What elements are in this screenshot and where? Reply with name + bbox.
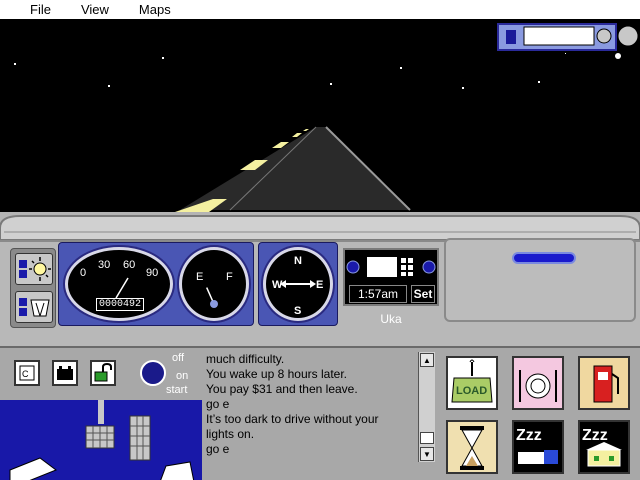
speed-tick-30: 30 bbox=[98, 259, 110, 271]
speedometer: 0 30 60 90 0000492 bbox=[65, 247, 173, 321]
wipers-button[interactable] bbox=[15, 291, 53, 323]
scroll-thumb[interactable] bbox=[420, 432, 434, 444]
fuel-gauge: E F bbox=[179, 247, 249, 321]
message-log: much difficulty. You wake up 8 hours lat… bbox=[202, 352, 418, 462]
load-label: LOAD bbox=[456, 385, 487, 397]
road bbox=[180, 127, 410, 210]
battery-button[interactable] bbox=[52, 360, 78, 386]
compass: N S W E bbox=[263, 247, 333, 321]
menu-bar: File View Maps bbox=[0, 0, 640, 20]
log-line: You pay $31 and then leave. bbox=[206, 382, 358, 396]
set-clock-button[interactable]: Set bbox=[411, 285, 435, 303]
radio-left-knob bbox=[346, 260, 360, 274]
compass-w: W bbox=[272, 279, 283, 291]
compass-s: S bbox=[294, 305, 301, 317]
sleep-motel-label: Zzz bbox=[582, 427, 608, 444]
menu-file[interactable]: File bbox=[0, 0, 65, 20]
radio-clock: 1:57am Set bbox=[343, 248, 439, 306]
sleep-truck-label: Zzz bbox=[516, 427, 542, 444]
menu-maps[interactable]: Maps bbox=[123, 0, 185, 20]
log-line: It’s too dark to drive without your bbox=[206, 412, 379, 426]
light-controls bbox=[10, 248, 56, 328]
gas-pump-icon bbox=[593, 365, 619, 403]
load-button[interactable]: LOAD bbox=[446, 356, 498, 410]
location-label: Uka bbox=[380, 312, 402, 326]
hourglass-icon bbox=[460, 426, 484, 470]
gauge-cluster: 0 30 60 90 0000492 E F bbox=[58, 242, 254, 326]
radio-right-knob bbox=[422, 260, 436, 274]
log-line: go e bbox=[206, 442, 230, 456]
load-cargo-icon: LOAD bbox=[451, 359, 493, 403]
lock-button[interactable] bbox=[90, 360, 116, 386]
speed-needle bbox=[115, 277, 129, 299]
sleep-in-truck-button[interactable]: Zzz bbox=[512, 420, 564, 474]
refuel-button[interactable] bbox=[578, 356, 630, 410]
right-shoe bbox=[160, 461, 195, 480]
clock-display: 1:57am bbox=[349, 285, 407, 303]
dashboard: 0 30 60 90 0000492 E F N S W E 1:57am Se… bbox=[0, 212, 640, 346]
menu-view[interactable]: View bbox=[65, 0, 123, 20]
wipers-icon bbox=[19, 298, 50, 317]
glovebox[interactable] bbox=[444, 238, 636, 322]
compass-panel: N S W E bbox=[258, 242, 338, 326]
sleep-in-motel-button[interactable]: Zzz bbox=[578, 420, 630, 474]
car-controls: C off on start bbox=[0, 348, 202, 400]
ignition-switch[interactable] bbox=[140, 360, 166, 386]
gas-pedal[interactable] bbox=[129, 415, 151, 461]
ignition-off-label: off bbox=[172, 352, 185, 364]
wait-button[interactable] bbox=[446, 420, 498, 474]
left-shoe bbox=[9, 457, 58, 480]
ignition-start-label: start bbox=[166, 384, 188, 396]
headlights-button[interactable] bbox=[15, 253, 53, 285]
log-line: go e bbox=[206, 397, 230, 411]
speed-tick-90: 90 bbox=[146, 267, 158, 279]
fuel-full-label: F bbox=[226, 271, 233, 283]
car-battery-icon bbox=[57, 366, 73, 380]
speed-tick-0: 0 bbox=[80, 267, 86, 279]
scroll-down-icon[interactable]: ▼ bbox=[420, 447, 434, 461]
ignition-on-label: on bbox=[176, 370, 189, 382]
glovebox-handle[interactable] bbox=[512, 252, 576, 264]
sleep-truck-icon: Zzz bbox=[516, 427, 558, 464]
svg-text:C: C bbox=[22, 369, 29, 379]
game-window: File View Maps 0 30 60 90 0000492 E F N … bbox=[0, 0, 640, 480]
fuel-empty-label: E bbox=[196, 271, 203, 283]
pedal-area bbox=[0, 400, 202, 480]
log-scrollbar[interactable]: ▲ ▼ bbox=[418, 352, 435, 462]
compass-n: N bbox=[294, 255, 302, 267]
compass-e: E bbox=[316, 279, 323, 291]
log-line: much difficulty. bbox=[206, 352, 285, 366]
headlights-icon bbox=[19, 257, 51, 281]
log-line: You wake up 8 hours later. bbox=[206, 367, 347, 381]
pedal-stem bbox=[98, 400, 104, 424]
eat-button[interactable] bbox=[512, 356, 564, 410]
cigarette-lighter-icon: C bbox=[19, 365, 35, 381]
lower-panel: C off on start much difficulty. You wake… bbox=[0, 346, 640, 480]
food-icon bbox=[519, 370, 557, 402]
speed-tick-60: 60 bbox=[123, 259, 135, 271]
radar-detector[interactable] bbox=[496, 22, 640, 62]
cigarette-lighter-button[interactable]: C bbox=[14, 360, 40, 386]
sleep-motel-icon: Zzz bbox=[582, 427, 622, 467]
lock-icon bbox=[94, 362, 112, 382]
odometer: 0000492 bbox=[96, 298, 144, 311]
scroll-up-icon[interactable]: ▲ bbox=[420, 353, 434, 367]
log-line: lights on. bbox=[206, 427, 255, 441]
